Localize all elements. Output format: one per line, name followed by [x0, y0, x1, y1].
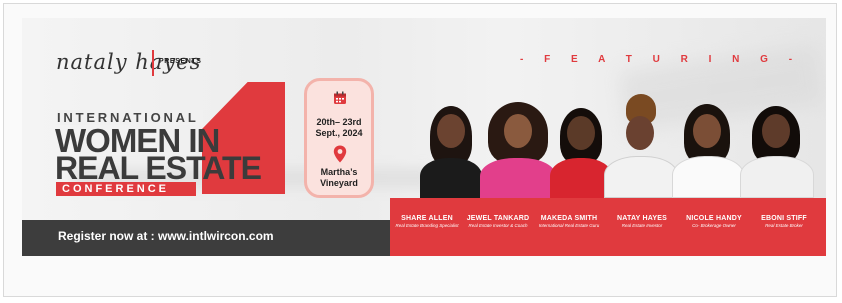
speaker-role: Real Estate Broker: [765, 223, 803, 228]
speaker-card: EBONI STIFF Real Estate Broker: [748, 215, 820, 228]
speaker-photo: [480, 94, 556, 198]
event-title-line4: CONFERENCE: [56, 182, 196, 196]
speaker-photo: [550, 94, 612, 198]
speaker-name: JEWEL TANKARD: [466, 215, 530, 222]
conference-banner: nataly hayes PRESENTS INTERNATIONAL WOME…: [22, 18, 826, 256]
speaker-name: MAKEDA SMITH: [540, 215, 598, 222]
speaker-card: JEWEL TANKARD Real Estate Investor & Coa…: [462, 215, 534, 228]
speaker-role: Real Estate Investor & Coach: [468, 223, 528, 228]
speaker-photo: [740, 94, 814, 198]
calendar-icon: [334, 91, 346, 104]
speaker-card: MAKEDA SMITH International Real Estate G…: [533, 215, 605, 228]
speaker-role: Real Estate Branding Specialist: [395, 223, 459, 228]
logo-divider: [152, 50, 154, 76]
speaker-card: NATAY HAYES Real Estate Investor: [606, 215, 678, 228]
presents-label: PRESENTS: [159, 58, 202, 65]
speaker-role: Real Estate Investor: [621, 223, 663, 228]
date-venue-card: 20th– 23rd Sept., 2024 Martha’s Vineyard: [304, 78, 374, 198]
speaker-role: Co- Brokerage Owner: [692, 223, 736, 228]
speaker-name: NICOLE HANDY: [686, 215, 742, 222]
speaker-photo: [420, 94, 482, 198]
speaker-card: NICOLE HANDY Co- Brokerage Owner: [678, 215, 750, 228]
speaker-photos: [414, 94, 826, 198]
speaker-photo: [604, 94, 678, 198]
event-dates: 20th– 23rd Sept., 2024: [315, 117, 363, 138]
speaker-role: International Real Estate Guru: [538, 223, 600, 228]
speaker-name: NATAY HAYES: [617, 215, 667, 222]
featuring-label: - F E A T U R I N G -: [520, 54, 802, 65]
location-pin-icon: [333, 145, 347, 163]
speaker-name: EBONI STIFF: [761, 215, 807, 222]
event-title-line3: REAL ESTATE: [55, 150, 262, 186]
speaker-name: SHARE ALLEN: [401, 215, 453, 222]
event-venue: Martha’s Vineyard: [320, 167, 358, 188]
register-text: Register now at : www.intlwircon.com: [58, 229, 274, 243]
speaker-photo: [672, 94, 744, 198]
speaker-card: SHARE ALLEN Real Estate Branding Special…: [391, 215, 463, 228]
